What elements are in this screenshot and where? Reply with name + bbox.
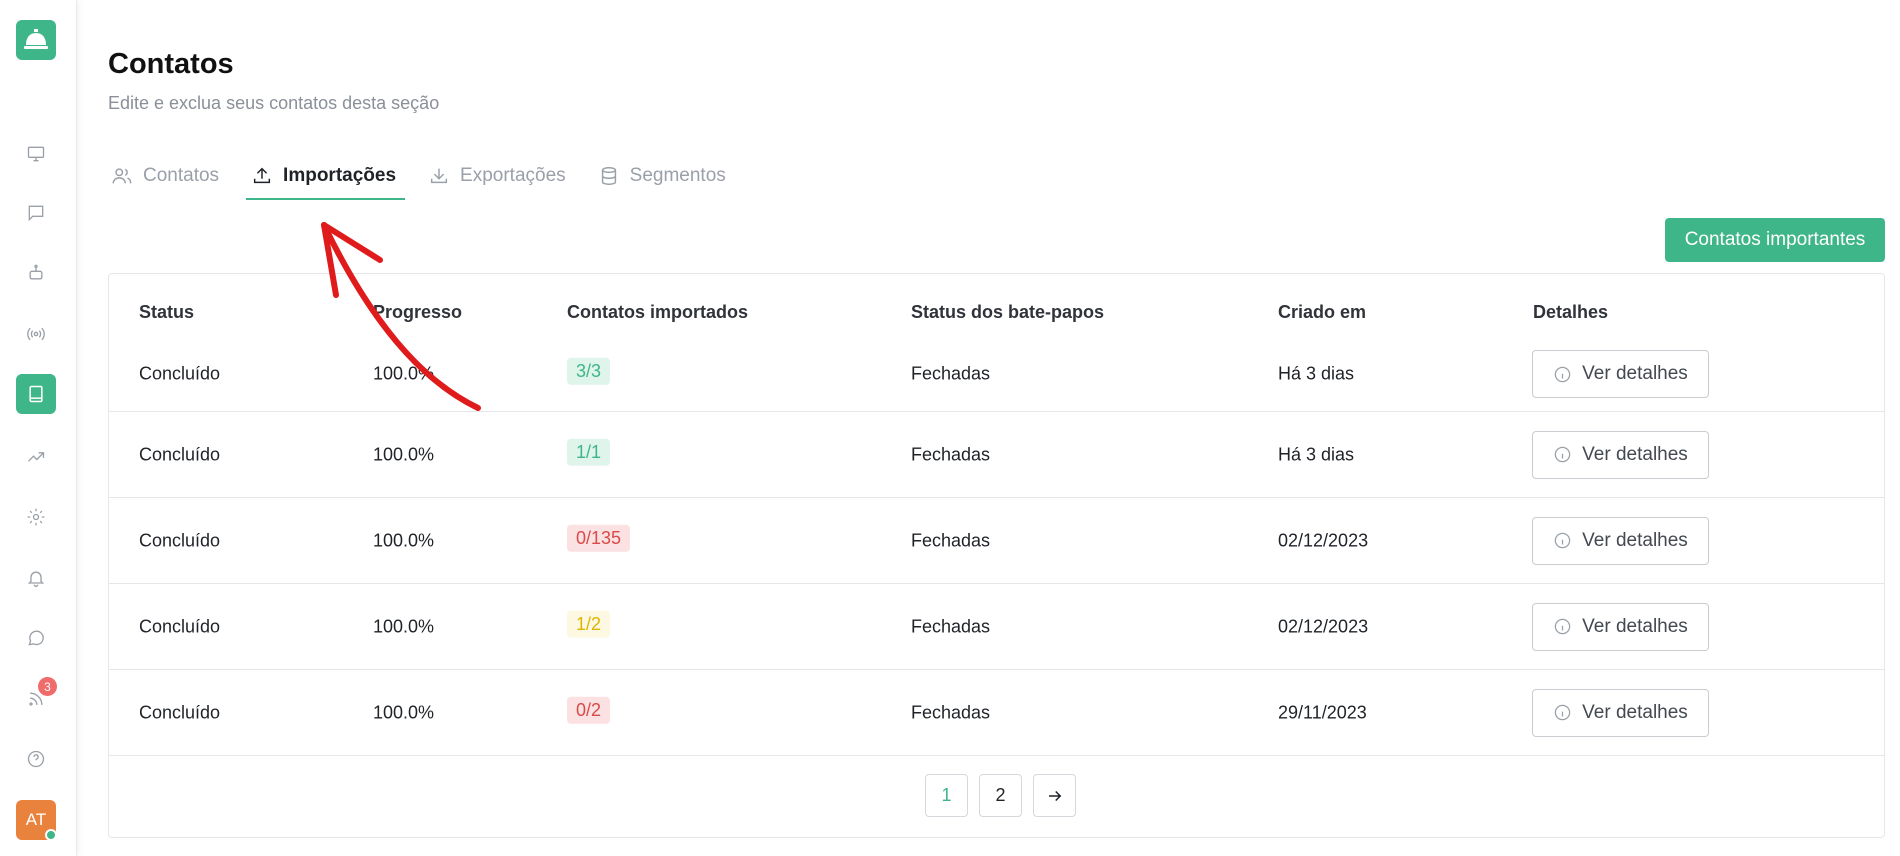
view-details-button[interactable]: Ver detalhes	[1532, 602, 1709, 651]
cell-status: Concluído	[139, 444, 221, 464]
bell-service-icon	[24, 29, 48, 49]
download-icon	[430, 168, 448, 184]
view-details-button[interactable]: Ver detalhes	[1532, 688, 1709, 737]
upload-icon	[253, 167, 271, 184]
whatsapp-icon	[28, 630, 44, 646]
imported-count-tag: 3/3	[567, 358, 611, 386]
nav-item-settings[interactable]	[20, 501, 52, 533]
view-details-button[interactable]: Ver detalhes	[1532, 350, 1709, 399]
column-header-progress: Progresso	[373, 302, 463, 322]
cell-chat-status: Fechadas	[911, 702, 991, 722]
pagination: 1 2	[925, 774, 1087, 817]
nav-item-channels[interactable]	[20, 318, 52, 350]
cell-status: Concluído	[139, 616, 221, 636]
tab-exports[interactable]: Exportações	[425, 152, 569, 200]
arrow-right-icon	[1048, 790, 1061, 801]
info-icon	[1554, 366, 1571, 383]
table-row: Concluído 100.0% 3/3 Fechadas Há 3 dias …	[109, 324, 1884, 412]
page-button-1[interactable]: 1	[925, 774, 968, 817]
cell-chat-status: Fechadas	[911, 616, 991, 636]
view-details-button[interactable]: Ver detalhes	[1532, 516, 1709, 565]
column-header-created: Criado em	[1278, 302, 1367, 322]
cell-status: Concluído	[139, 702, 221, 722]
users-icon	[112, 168, 132, 184]
monitor-icon	[27, 146, 45, 162]
cell-progress: 100.0%	[373, 363, 435, 384]
imports-table: Status Progresso Contatos importados Sta…	[108, 273, 1885, 838]
cell-status: Concluído	[139, 530, 221, 550]
tab-segments[interactable]: Segmentos	[595, 152, 729, 200]
cell-created: Há 3 dias	[1278, 363, 1355, 384]
nav-item-help[interactable]	[20, 743, 52, 775]
cell-created: 29/11/2023	[1278, 702, 1367, 722]
column-header-chat-status: Status dos bate-papos	[911, 302, 1105, 322]
page-button-2[interactable]: 2	[979, 774, 1022, 817]
cell-created: Há 3 dias	[1278, 444, 1355, 464]
page-subtitle: Edite e exclua seus contatos desta seção	[108, 93, 440, 113]
logo[interactable]	[16, 20, 56, 60]
table-row: Concluído 100.0% 0/2 Fechadas 29/11/2023…	[109, 670, 1884, 756]
database-icon	[601, 167, 616, 185]
info-icon	[1554, 704, 1571, 721]
column-header-imported: Contatos importados	[567, 302, 749, 322]
cell-progress: 100.0%	[373, 702, 435, 722]
cell-progress: 100.0%	[373, 616, 435, 636]
cell-chat-status: Fechadas	[911, 363, 991, 384]
nav-item-dashboard[interactable]	[20, 138, 52, 170]
contact-book-icon	[29, 385, 43, 403]
info-icon	[1554, 618, 1571, 635]
import-contacts-button[interactable]: Contatos importantes	[1665, 218, 1885, 262]
sidebar: 3 AT	[0, 0, 77, 856]
nav-item-chats[interactable]	[20, 197, 52, 229]
cell-chat-status: Fechadas	[911, 530, 991, 550]
nav-item-reports[interactable]	[20, 441, 52, 473]
view-details-button[interactable]: Ver detalhes	[1532, 430, 1709, 479]
info-icon	[1554, 446, 1571, 463]
trending-up-icon	[28, 452, 45, 462]
next-page-button[interactable]	[1033, 774, 1076, 817]
tab-label: Importações	[283, 165, 397, 186]
cell-created: 02/12/2023	[1278, 616, 1369, 636]
nav-item-whatsapp[interactable]	[20, 622, 52, 654]
column-header-status: Status	[139, 302, 195, 322]
chat-icon	[28, 205, 44, 222]
table-row: Concluído 100.0% 0/135 Fechadas 02/12/20…	[109, 498, 1884, 584]
help-icon	[27, 750, 45, 768]
button-label: Ver detalhes	[1582, 701, 1688, 723]
table-row: Concluído 100.0% 1/2 Fechadas 02/12/2023…	[109, 584, 1884, 670]
cell-status: Concluído	[139, 363, 221, 384]
button-label: Ver detalhes	[1582, 529, 1688, 551]
notification-badge: 3	[38, 677, 57, 696]
nav-item-bots[interactable]	[20, 257, 52, 289]
gear-icon	[27, 508, 45, 526]
info-icon	[1554, 532, 1571, 549]
tab-label: Exportações	[460, 165, 566, 186]
imported-count-tag: 0/2	[567, 696, 611, 724]
broadcast-icon	[27, 327, 45, 341]
imported-count-tag: 1/2	[567, 610, 611, 638]
nav-item-notifications[interactable]	[20, 562, 52, 594]
table-row: Concluído 100.0% 1/1 Fechadas Há 3 dias …	[109, 412, 1884, 498]
imported-count-tag: 0/135	[567, 524, 631, 552]
column-header-details: Detalhes	[1533, 302, 1609, 322]
cell-progress: 100.0%	[373, 530, 435, 550]
tab-label: Contatos	[143, 165, 220, 186]
online-status-dot	[45, 829, 57, 841]
button-label: Ver detalhes	[1582, 615, 1688, 637]
button-label: Ver detalhes	[1582, 443, 1688, 465]
robot-icon	[29, 264, 43, 280]
bell-icon	[27, 571, 45, 587]
imported-count-tag: 1/1	[567, 438, 611, 466]
cell-chat-status: Fechadas	[911, 444, 991, 464]
nav-item-contacts[interactable]	[16, 374, 56, 414]
tab-bar: Contatos Importações Exportações Segment…	[108, 152, 755, 200]
cell-created: 02/12/2023	[1278, 530, 1369, 550]
tab-label: Segmentos	[629, 165, 726, 186]
page-title: Contatos	[108, 48, 234, 80]
tab-imports[interactable]: Importações	[246, 152, 406, 200]
tab-contacts[interactable]: Contatos	[108, 152, 222, 200]
cell-progress: 100.0%	[373, 444, 435, 464]
button-label: Ver detalhes	[1582, 363, 1688, 385]
